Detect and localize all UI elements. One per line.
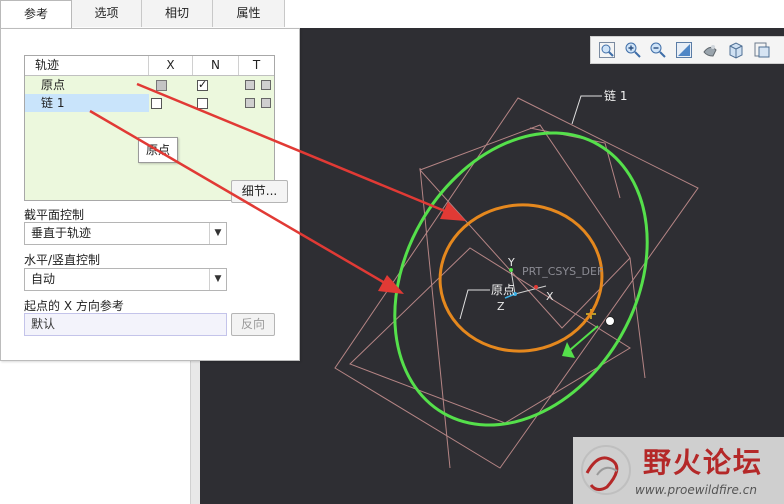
start-point-marker[interactable] (605, 316, 615, 326)
origin-callout: 原点 (459, 283, 515, 320)
table-row[interactable]: 链 1 (25, 94, 274, 112)
section-plane-dropdown[interactable]: 垂直于轨迹 ▼ (24, 222, 227, 245)
section-plane-value: 垂直于轨迹 (31, 226, 92, 240)
section-plane-label: 截平面控制 (24, 208, 85, 222)
chain-callout: 链 1 (571, 88, 627, 125)
row-label: 原点 (41, 78, 66, 92)
table-row[interactable]: 原点 (25, 76, 274, 94)
tab-references[interactable]: 参考 (0, 0, 72, 29)
references-panel: 轨迹 X N T 原点 链 1 原点 细节... 截平面控制 垂直于轨迹 ▼ 水… (0, 28, 300, 361)
details-button[interactable]: 细节... (231, 180, 288, 203)
horizontal-vertical-dropdown[interactable]: 自动 ▼ (24, 268, 227, 291)
t-option-square[interactable] (245, 80, 255, 90)
header-x: X (149, 56, 193, 75)
origin-curve[interactable] (433, 197, 609, 359)
refit-icon[interactable] (675, 41, 693, 59)
zoom-out-icon[interactable] (649, 41, 667, 59)
display-style-icon[interactable] (701, 41, 719, 59)
watermark-url: www.proewildfire.cn (635, 483, 757, 497)
x-checkbox (156, 80, 167, 91)
csys-label: PRT_CSYS_DEF (522, 265, 603, 278)
header-trajectory: 轨迹 (25, 56, 149, 75)
chain-direction-arrow-line (569, 325, 599, 351)
zoom-in-icon[interactable] (624, 41, 642, 59)
chain-direction-arrow (562, 342, 575, 358)
t-option-square[interactable] (261, 98, 271, 108)
watermark-title: 野火论坛 (643, 446, 764, 479)
chain-callout-label: 链 1 (604, 88, 627, 103)
axis-x-label: X (546, 290, 554, 303)
start-x-reference-field[interactable]: 默认 (24, 313, 227, 336)
axis-z-label: Z (497, 300, 505, 313)
horizontal-vertical-value: 自动 (31, 272, 56, 286)
origin-callout-label: 原点 (491, 283, 515, 297)
tab-properties[interactable]: 属性 (213, 0, 285, 27)
view-manager-icon[interactable] (753, 41, 771, 59)
t-option-square[interactable] (245, 98, 255, 108)
header-n: N (193, 56, 239, 75)
row-label: 链 1 (41, 96, 65, 110)
watermark-logo-icon (581, 445, 631, 495)
watermark: 野火论坛 www.proewildfire.cn (573, 437, 784, 504)
horizontal-vertical-label: 水平/竖直控制 (24, 253, 101, 267)
zoom-window-icon[interactable] (598, 41, 616, 59)
chevron-down-icon[interactable]: ▼ (209, 269, 226, 290)
n-checkbox[interactable] (197, 78, 208, 91)
view-toolbar (590, 36, 784, 64)
chevron-down-icon[interactable]: ▼ (209, 223, 226, 244)
saved-views-icon[interactable] (727, 41, 745, 59)
x-checkbox[interactable] (151, 98, 162, 109)
tab-options[interactable]: 选项 (72, 0, 142, 27)
start-x-reference-label: 起点的 X 方向参考 (24, 299, 124, 313)
row-tooltip: 原点 (138, 137, 178, 163)
header-t: T (252, 58, 261, 72)
tab-tangency[interactable]: 相切 (142, 0, 213, 27)
flip-button[interactable]: 反向 (231, 313, 275, 336)
axis-y-label: Y (507, 256, 515, 269)
t-option-square[interactable] (261, 80, 271, 90)
trajectory-table-header: 轨迹 X N T (25, 56, 274, 76)
start-x-reference-value: 默认 (31, 317, 56, 331)
tab-bar: 参考 选项 相切 属性 (0, 0, 784, 29)
n-checkbox[interactable] (197, 98, 208, 109)
